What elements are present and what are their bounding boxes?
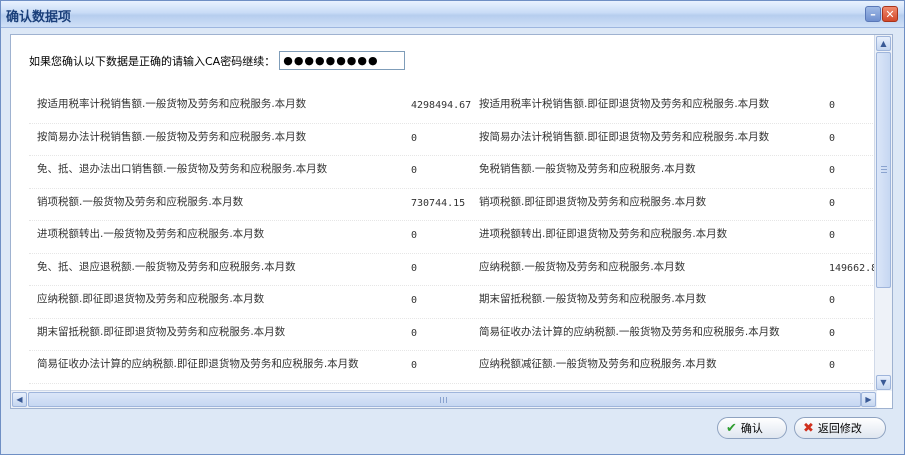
item-value-left: 4298494.67 xyxy=(411,100,472,111)
scroll-up-icon[interactable]: ▲ xyxy=(876,36,891,51)
check-icon: ✔ xyxy=(726,420,737,436)
item-label-right: 销项税额.即征即退货物及劳务和应税服务.本月数 xyxy=(479,195,707,208)
item-label-left: 免、抵、退办法出口销售额.一般货物及劳务和应税服务.本月数 xyxy=(37,163,328,175)
item-value-left: 0 xyxy=(411,360,418,371)
back-modify-label: 返回修改 xyxy=(817,422,862,435)
horizontal-scroll-thumb[interactable] xyxy=(28,392,861,407)
table-row: 免、抵、退应退税额.一般货物及劳务和应税服务.本月数 0 应纳税额.一般货物及劳务和… xyxy=(29,254,877,286)
item-label-right: 应纳税额减征额.一般货物及劳务和应税服务.本月数 xyxy=(479,358,717,370)
confirm-button[interactable]: ✔ 确认 xyxy=(717,417,787,439)
close-icon[interactable]: ✕ xyxy=(882,6,898,22)
table-row: 应纳税额.即征即退货物及劳务和应税服务.本月数 0 期末留抵税额.一般货物及劳务和应… xyxy=(29,286,877,319)
vertical-scrollbar[interactable]: ▲ ▼ xyxy=(874,35,892,391)
horizontal-scrollbar[interactable]: ◀ ▶ xyxy=(11,390,877,408)
item-value-left: 0 xyxy=(411,262,418,274)
item-value-right: 0 xyxy=(829,230,836,241)
item-value-right: 149662.82 xyxy=(829,262,877,274)
item-label-left: 销项税额.一般货物及劳务和应税服务.本月数 xyxy=(37,195,244,208)
item-value-right: 0 xyxy=(829,100,836,111)
item-label-right: 免税销售额.一般货物及劳务和应税服务.本月数 xyxy=(479,163,696,175)
item-value-right: 0 xyxy=(829,360,836,371)
table-row: 简易征收办法计算的应纳税额.即征即退货物及劳务和应税服务.本月数 0 应纳税额减征额… xyxy=(29,351,877,384)
table-row: 进项税额转出.一般货物及劳务和应税服务.本月数 0 进项税额转出.即征即退货物及劳务… xyxy=(29,221,877,254)
table-row: 免、抵、退办法出口销售额.一般货物及劳务和应税服务.本月数 0 免税销售额.一般货物… xyxy=(29,156,877,189)
scroll-right-icon[interactable]: ▶ xyxy=(861,392,876,407)
ca-password-row: 如果您确认以下数据是正确的请输入CA密码继续： xyxy=(29,51,406,70)
window-title: 确认数据项 xyxy=(6,10,72,25)
data-items-table: 按适用税率计税销售额.一般货物及劳务和应税服务.本月数 4298494.67 按适用… xyxy=(29,91,877,396)
item-value-right: 0 xyxy=(829,165,836,176)
item-label-right: 进项税额转出.即征即退货物及劳务和应税服务.本月数 xyxy=(479,228,728,240)
item-value-left: 730744.15 xyxy=(411,197,466,209)
window-controls: – ✕ xyxy=(865,6,898,22)
item-label-left: 按简易办法计税销售额.一般货物及劳务和应税服务.本月数 xyxy=(37,130,307,143)
item-value-left: 0 xyxy=(411,327,418,339)
item-label-left: 期末留抵税额.即征即退货物及劳务和应税服务.本月数 xyxy=(37,325,286,338)
item-label-left: 免、抵、退应退税额.一般货物及劳务和应税服务.本月数 xyxy=(37,260,296,273)
item-label-right: 简易征收办法计算的应纳税额.一般货物及劳务和应税服务.本月数 xyxy=(479,325,780,338)
minimize-icon[interactable]: – xyxy=(865,6,881,22)
item-label-right: 期末留抵税额.一般货物及劳务和应税服务.本月数 xyxy=(479,293,707,305)
item-label-right: 按适用税率计税销售额.即征即退货物及劳务和应税服务.本月数 xyxy=(479,98,770,110)
item-value-right: 0 xyxy=(829,197,836,209)
item-value-right: 0 xyxy=(829,295,836,306)
scroll-down-icon[interactable]: ▼ xyxy=(876,375,891,390)
scroll-left-icon[interactable]: ◀ xyxy=(12,392,27,407)
vertical-scroll-thumb[interactable] xyxy=(876,52,891,288)
item-value-left: 0 xyxy=(411,295,418,306)
item-label-right: 按简易办法计税销售额.即征即退货物及劳务和应税服务.本月数 xyxy=(479,130,770,143)
item-value-left: 0 xyxy=(411,230,418,241)
confirm-label: 确认 xyxy=(740,422,763,435)
item-value-right: 0 xyxy=(829,327,836,339)
back-modify-button[interactable]: ✖ 返回修改 xyxy=(794,417,886,439)
item-label-left: 进项税额转出.一般货物及劳务和应税服务.本月数 xyxy=(37,228,265,240)
table-row: 销项税额.一般货物及劳务和应税服务.本月数 730744.15 销项税额.即征即退货… xyxy=(29,189,877,221)
item-label-right: 应纳税额.一般货物及劳务和应税服务.本月数 xyxy=(479,260,686,273)
table-row: 期末留抵税额.即征即退货物及劳务和应税服务.本月数 0 简易征收办法计算的应纳税额.… xyxy=(29,319,877,351)
item-value-right: 0 xyxy=(829,132,836,144)
confirm-dialog: 确认数据项 – ✕ 如果您确认以下数据是正确的请输入CA密码继续： 按适用税率计… xyxy=(0,0,905,455)
table-row: 按适用税率计税销售额.一般货物及劳务和应税服务.本月数 4298494.67 按适用… xyxy=(29,91,877,124)
title-bar[interactable]: 确认数据项 – ✕ xyxy=(1,1,904,28)
item-label-left: 按适用税率计税销售额.一般货物及劳务和应税服务.本月数 xyxy=(37,98,307,110)
item-value-left: 0 xyxy=(411,165,418,176)
item-value-left: 0 xyxy=(411,132,418,144)
table-row: 按简易办法计税销售额.一般货物及劳务和应税服务.本月数 0 按简易办法计税销售额.即… xyxy=(29,124,877,156)
item-label-left: 应纳税额.即征即退货物及劳务和应税服务.本月数 xyxy=(37,293,265,305)
content-panel: 如果您确认以下数据是正确的请输入CA密码继续： 按适用税率计税销售额.一般货物及… xyxy=(10,34,893,409)
ca-password-label: 如果您确认以下数据是正确的请输入CA密码继续： xyxy=(29,54,276,68)
item-label-left: 简易征收办法计算的应纳税额.即征即退货物及劳务和应税服务.本月数 xyxy=(37,358,359,370)
ca-password-input[interactable] xyxy=(279,51,406,70)
x-icon: ✖ xyxy=(803,420,814,436)
